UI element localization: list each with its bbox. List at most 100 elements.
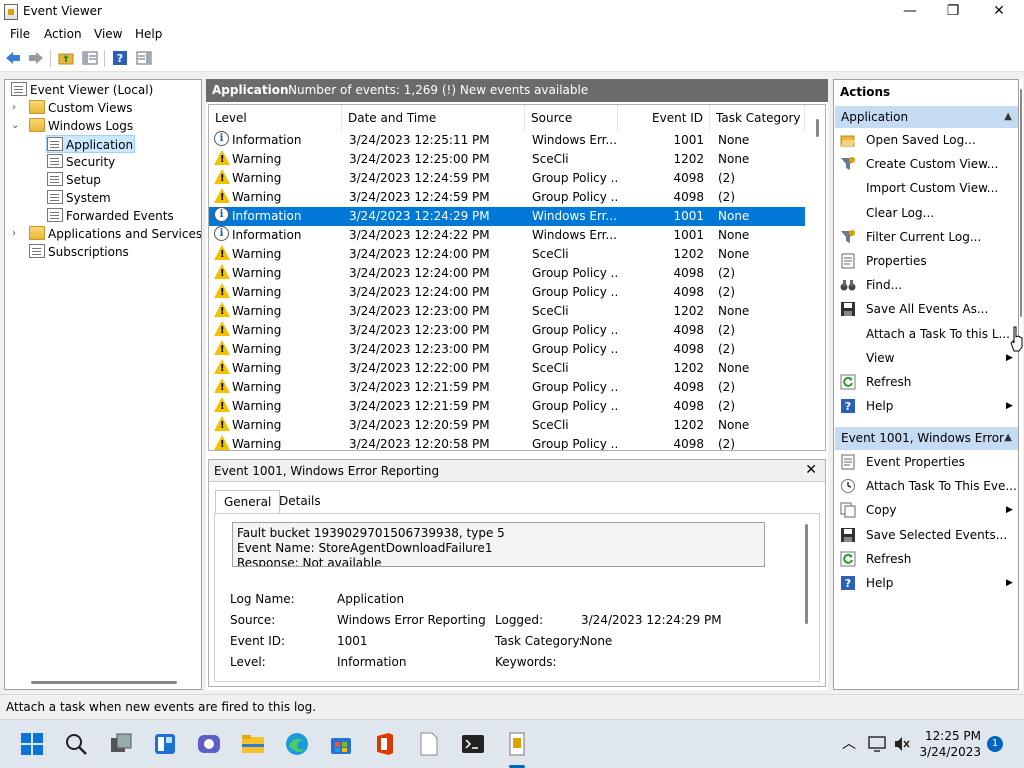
table-row[interactable]: ! Warning 3/24/2023 12:21:59 PM Group Polic… <box>209 378 805 397</box>
horizontal-scrollbar[interactable] <box>31 681 177 684</box>
action-attach-a-task-to-this-l[interactable]: Attach a Task To this L... <box>840 323 1010 345</box>
actions-section-event[interactable]: Event 1001, Windows Error ...▲ <box>835 427 1018 467</box>
detail-close-icon[interactable]: ✕ <box>805 462 817 478</box>
table-row[interactable]: ! Warning 3/24/2023 12:20:58 PM Group Polic… <box>209 435 805 451</box>
widgets-icon[interactable] <box>153 732 177 756</box>
action-clear-log[interactable]: Clear Log... <box>840 202 934 224</box>
action-help[interactable]: ? Help ▶ <box>840 572 1013 594</box>
task-view-icon[interactable] <box>109 732 133 756</box>
tree-item-applications-and-services[interactable]: Applications and Services Lo <box>29 225 201 243</box>
tree-item-custom-views[interactable]: Custom Views <box>29 99 133 117</box>
column-date-time[interactable]: Date and Time <box>342 105 525 131</box>
edge-browser-icon[interactable] <box>285 732 309 756</box>
column-level[interactable]: Level <box>209 105 342 131</box>
forward-arrow-icon[interactable] <box>28 50 44 66</box>
detail-scrollbar[interactable] <box>805 524 808 624</box>
table-row[interactable]: ! Warning 3/24/2023 12:22:00 PM SceCli 1202 N… <box>209 359 805 378</box>
menu-help[interactable]: Help <box>135 27 162 41</box>
menu-view[interactable]: View <box>94 27 122 41</box>
action-copy[interactable]: Copy ▶ <box>840 499 1013 521</box>
column-task-category[interactable]: Task Category <box>710 105 805 131</box>
action-import-custom-view[interactable]: Import Custom View... <box>840 177 998 199</box>
column-source[interactable]: Source <box>525 105 618 131</box>
action-refresh[interactable]: Refresh <box>840 371 911 393</box>
actions-section-application[interactable]: Application ▲ <box>835 106 1018 128</box>
notification-badge[interactable]: 1 <box>987 736 1003 752</box>
table-row[interactable]: ! Warning 3/24/2023 12:25:00 PM SceCli 1202 N… <box>209 150 805 169</box>
chevron-up-icon[interactable]: ︿ <box>842 733 856 753</box>
office-icon[interactable] <box>373 732 397 756</box>
action-filter-current-log[interactable]: Filter Current Log... <box>840 226 981 248</box>
help-icon[interactable]: ? <box>112 50 128 66</box>
vertical-scrollbar[interactable] <box>816 119 819 137</box>
action-open-saved-log[interactable]: Open Saved Log... <box>840 129 976 151</box>
tree-item-setup[interactable]: Setup <box>47 171 101 189</box>
action-create-custom-view[interactable]: Create Custom View... <box>840 153 998 175</box>
table-row[interactable]: ! Warning 3/24/2023 12:20:59 PM SceCli 1202 N… <box>209 416 805 435</box>
warning-mark: ! <box>220 287 225 298</box>
minimize-button[interactable]: — <box>887 0 933 24</box>
menu-action[interactable]: Action <box>44 27 82 41</box>
event-description[interactable]: Fault bucket 1939029701506739938, type 5… <box>232 522 765 567</box>
column-event-id[interactable]: Event ID <box>618 105 710 131</box>
chat-icon[interactable] <box>197 732 221 756</box>
maximize-button[interactable]: ❐ <box>930 0 976 24</box>
action-find[interactable]: Find... <box>840 274 902 296</box>
action-event-properties[interactable]: Event Properties <box>840 451 965 473</box>
tree-item-security[interactable]: Security <box>47 153 115 171</box>
chevron-down-icon[interactable]: ⌄ <box>11 120 19 131</box>
store-icon[interactable] <box>329 732 353 756</box>
search-icon[interactable] <box>64 732 88 756</box>
collapse-up-icon[interactable]: ▲ <box>1004 427 1012 449</box>
close-button[interactable]: ✕ <box>976 0 1022 24</box>
menu-file[interactable]: File <box>10 27 30 41</box>
tree-item-windows-logs[interactable]: Windows Logs <box>29 117 133 135</box>
table-row[interactable]: ! Warning 3/24/2023 12:24:59 PM Group Polic… <box>209 169 805 188</box>
tree-item-event-viewer-local[interactable]: Event Viewer (Local) <box>11 81 153 99</box>
table-row[interactable]: ! Warning 3/24/2023 12:23:00 PM SceCli 1202 N… <box>209 302 805 321</box>
tree-item-application[interactable]: Application <box>46 135 135 153</box>
up-folder-icon[interactable] <box>58 50 74 66</box>
table-row[interactable]: i Information 3/24/2023 12:24:29 PM Windows… <box>209 207 805 226</box>
cell-level: Warning <box>232 437 282 451</box>
table-row[interactable]: ! Warning 3/24/2023 12:23:00 PM Group Polic… <box>209 321 805 340</box>
start-windows-icon[interactable] <box>20 732 44 756</box>
file-explorer-icon[interactable] <box>241 732 265 756</box>
back-arrow-icon[interactable] <box>5 50 21 66</box>
network-icon[interactable] <box>868 736 886 752</box>
table-row[interactable]: ! Warning 3/24/2023 12:24:59 PM Group Polic… <box>209 188 805 207</box>
action-save-selected-events[interactable]: Save Selected Events... <box>840 524 1007 546</box>
tree-item-system[interactable]: System <box>47 189 111 207</box>
tree-item-forwarded-events[interactable]: Forwarded Events <box>47 207 174 225</box>
table-row[interactable]: ! Warning 3/24/2023 12:21:59 PM Group Polic… <box>209 397 805 416</box>
event-viewer-taskbar-icon[interactable] <box>505 732 529 756</box>
action-help[interactable]: ? Help ▶ <box>840 395 1013 417</box>
table-row[interactable]: i Information 3/24/2023 12:24:22 PM Windows… <box>209 226 805 245</box>
action-refresh[interactable]: Refresh <box>840 548 911 570</box>
action-view[interactable]: View ▶ <box>840 347 1013 369</box>
table-row[interactable]: ! Warning 3/24/2023 12:23:00 PM Group Polic… <box>209 340 805 359</box>
cell-source: Windows Err... <box>532 209 617 223</box>
tree-item-subscriptions[interactable]: Subscriptions <box>29 243 129 261</box>
terminal-icon[interactable] <box>461 732 485 756</box>
action-save-all-events-as[interactable]: Save All Events As... <box>840 298 988 320</box>
action-properties[interactable]: Properties <box>840 250 927 272</box>
clock-time[interactable]: 12:25 PM <box>925 729 981 743</box>
cell-date-time: 3/24/2023 12:20:58 PM <box>349 437 490 451</box>
clock-date[interactable]: 3/24/2023 <box>919 745 981 759</box>
table-row[interactable]: ! Warning 3/24/2023 12:24:00 PM Group Polic… <box>209 283 805 302</box>
chevron-right-icon[interactable]: › <box>12 228 16 239</box>
table-row[interactable]: ! Warning 3/24/2023 12:24:00 PM Group Polic… <box>209 264 805 283</box>
volume-muted-icon[interactable] <box>893 736 911 752</box>
table-row[interactable]: i Information 3/24/2023 12:25:11 PM Windows… <box>209 131 805 150</box>
collapse-up-icon[interactable]: ▲ <box>1004 106 1012 128</box>
chevron-right-icon[interactable]: › <box>12 102 16 113</box>
show-hide-tree-icon[interactable] <box>82 50 98 66</box>
show-hide-action-pane-icon[interactable] <box>136 50 152 66</box>
notepad-file-icon[interactable] <box>417 732 441 756</box>
tab-details[interactable]: Details <box>271 490 329 514</box>
actions-scrollbar[interactable] <box>1019 79 1023 690</box>
cell-event-id: 4098 <box>673 285 704 299</box>
action-attach-task-to-this-eve[interactable]: Attach Task To This Eve... <box>840 475 1017 497</box>
table-row[interactable]: ! Warning 3/24/2023 12:24:00 PM SceCli 1202 N… <box>209 245 805 264</box>
